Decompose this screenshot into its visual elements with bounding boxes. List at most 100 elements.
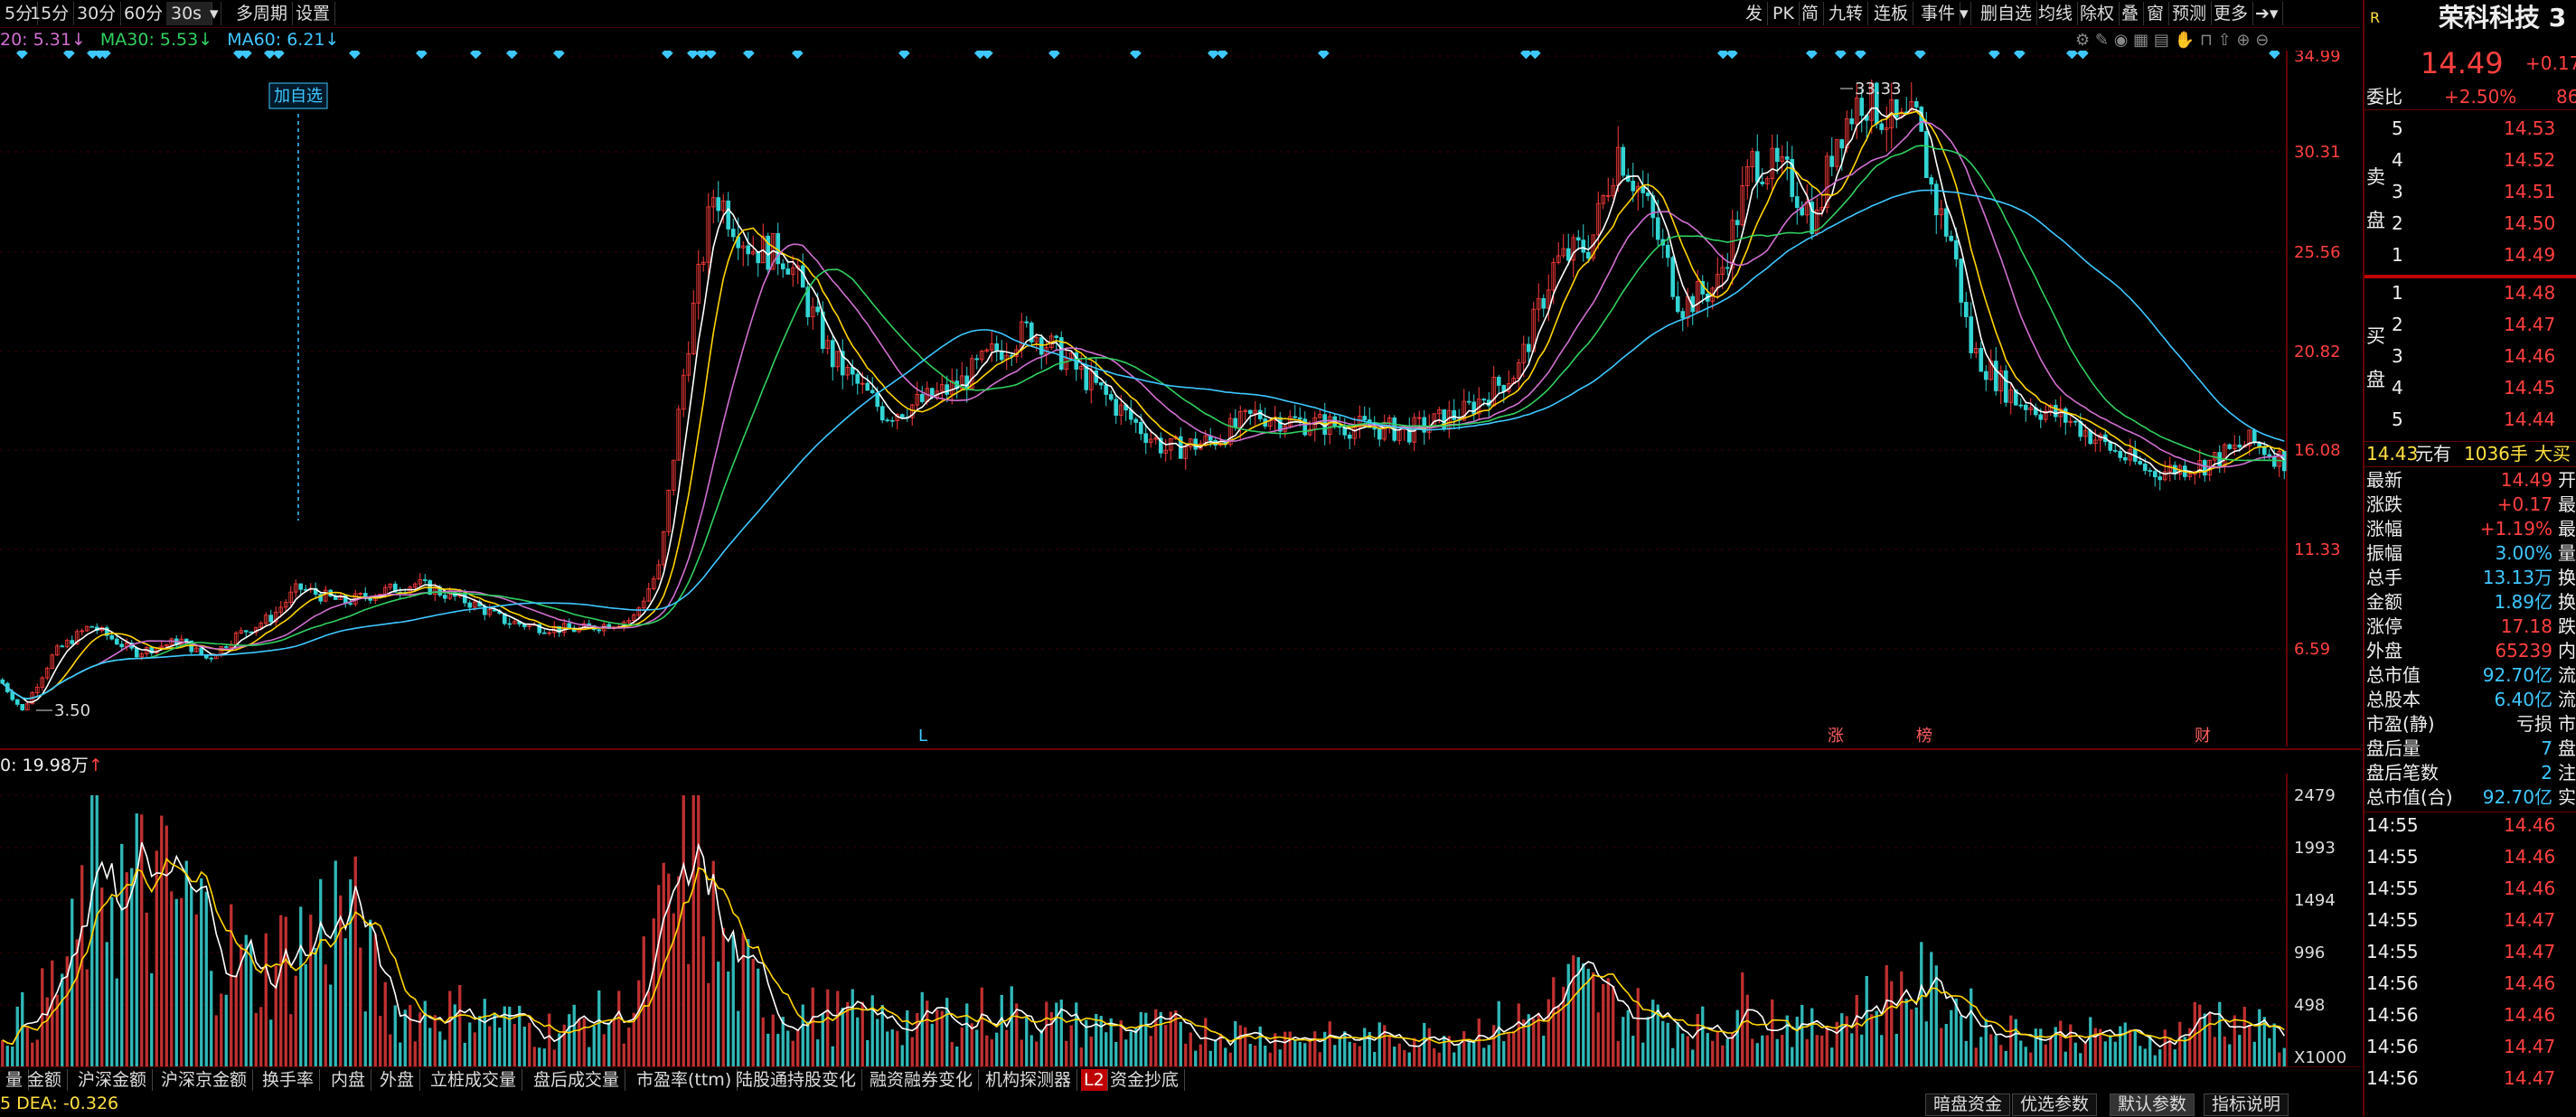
- indicator-help-button[interactable]: 指标说明: [2204, 1094, 2289, 1116]
- default-params-button[interactable]: 默认参数: [2110, 1094, 2195, 1116]
- tab-pe-ttm[interactable]: 市盈率(ttm): [631, 1069, 738, 1091]
- event-diamond-icon[interactable]: [1835, 51, 1847, 60]
- tool-fa-button[interactable]: 发: [1741, 2, 1769, 25]
- event-marker-cai[interactable]: 财: [2195, 727, 2211, 746]
- dark-pool-button[interactable]: 暗盘资金: [1925, 1094, 2011, 1116]
- event-diamond-icon[interactable]: [898, 51, 910, 60]
- optimal-params-button[interactable]: 优选参数: [2012, 1094, 2098, 1116]
- event-diamond-icon[interactable]: [2014, 51, 2026, 60]
- event-diamond-icon[interactable]: [1914, 51, 1926, 60]
- exit-icon[interactable]: ➔▾: [2251, 2, 2284, 25]
- tool-window-button[interactable]: 窗: [2142, 2, 2170, 25]
- tool-pk-button[interactable]: PK: [1768, 2, 1800, 25]
- tab-turnover[interactable]: 换手率: [257, 1069, 321, 1091]
- event-marker-bang[interactable]: 榜: [1916, 727, 1932, 746]
- event-diamond-icon[interactable]: [469, 51, 482, 60]
- event-diamond-icon[interactable]: [982, 51, 993, 60]
- lock-icon[interactable]: ⊓: [2200, 31, 2213, 50]
- volume-chart[interactable]: 2479 1993 1494 996 498 X1000: [0, 774, 2361, 1066]
- volume-bar: [373, 934, 377, 1066]
- event-diamond-icon[interactable]: [792, 51, 804, 60]
- multi-period-button[interactable]: 多周期: [231, 2, 294, 25]
- event-diamond-icon[interactable]: [2066, 51, 2078, 60]
- tab-institution-detector[interactable]: 机构探测器: [980, 1069, 1078, 1091]
- tab-hs-amount[interactable]: 沪深金额: [72, 1069, 154, 1091]
- period-30s-tab[interactable]: 30s: [166, 2, 212, 25]
- chevron-down-icon[interactable]: ▾: [208, 2, 221, 25]
- event-diamond-icon[interactable]: [505, 51, 518, 60]
- pen-icon[interactable]: ✎: [2095, 31, 2109, 50]
- event-diamond-icon[interactable]: [1988, 51, 2000, 60]
- period-30min-tab[interactable]: 30分: [72, 2, 122, 25]
- tool-exright-button[interactable]: 除权: [2075, 2, 2120, 25]
- event-marker-l[interactable]: L: [918, 727, 927, 746]
- event-diamond-icon[interactable]: [687, 51, 699, 60]
- event-diamond-icon[interactable]: [552, 51, 565, 60]
- arrow-up-icon[interactable]: ⇧: [2218, 31, 2232, 50]
- tool-jian-button[interactable]: 简: [1797, 2, 1825, 25]
- tab-inner[interactable]: 内盘: [325, 1069, 372, 1091]
- remove-watchlist-button[interactable]: 删自选: [1976, 2, 2038, 25]
- tool-forecast-button[interactable]: 预测: [2167, 2, 2213, 25]
- tool-event-button[interactable]: 事件: [1916, 2, 1961, 25]
- event-diamond-icon[interactable]: [1717, 51, 1729, 60]
- event-diamond-icon[interactable]: [349, 51, 361, 60]
- tab-amount[interactable]: 金额: [22, 1069, 69, 1091]
- event-diamond-icon[interactable]: [1855, 51, 1866, 60]
- candle-body: [134, 647, 139, 658]
- eye-icon[interactable]: ◉: [2114, 31, 2129, 50]
- event-diamond-icon[interactable]: [273, 51, 285, 60]
- event-diamond-icon[interactable]: [264, 51, 276, 60]
- trash-icon[interactable]: ▤: [2154, 31, 2169, 50]
- tab-bottom-fishing[interactable]: 资金抄底: [1105, 1069, 1186, 1091]
- tool-jiuzhuan-button[interactable]: 九转: [1824, 2, 1869, 25]
- event-diamond-icon[interactable]: [2077, 51, 2089, 60]
- event-diamond-icon[interactable]: [1529, 51, 1541, 60]
- event-diamond-icon[interactable]: [1520, 51, 1532, 60]
- event-diamond-icon[interactable]: [2269, 51, 2280, 60]
- event-diamond-icon[interactable]: [1048, 51, 1060, 60]
- candle-body: [1054, 335, 1059, 338]
- event-diamond-icon[interactable]: [705, 51, 717, 60]
- chevron-down-icon[interactable]: ▾: [1958, 2, 1971, 25]
- event-diamond-icon[interactable]: [1130, 51, 1142, 60]
- gear-icon[interactable]: ⚙: [2075, 31, 2090, 50]
- period-15min-tab[interactable]: 15分: [25, 2, 75, 25]
- event-diamond-icon[interactable]: [696, 51, 708, 60]
- event-diamond-icon[interactable]: [1217, 51, 1228, 60]
- tick-time: 14:55: [2366, 941, 2419, 962]
- period-60min-tab[interactable]: 60分: [119, 2, 169, 25]
- volume-bar: [45, 997, 49, 1066]
- zoom-in-icon[interactable]: ⊕: [2236, 31, 2250, 50]
- tab-afterhours-volume[interactable]: 盘后成交量: [528, 1069, 626, 1091]
- event-diamond-icon[interactable]: [1806, 51, 1818, 60]
- tab-outer[interactable]: 外盘: [374, 1069, 421, 1091]
- hand-icon[interactable]: ✋: [2175, 31, 2195, 50]
- calendar-icon[interactable]: ▦: [2133, 31, 2148, 50]
- event-diamond-icon[interactable]: [1726, 51, 1738, 60]
- event-diamond-icon[interactable]: [63, 51, 75, 60]
- tool-lianban-button[interactable]: 连板: [1869, 2, 1914, 25]
- tool-overlay-button[interactable]: 叠: [2117, 2, 2145, 25]
- event-diamond-icon[interactable]: [1318, 51, 1330, 60]
- tool-more-button[interactable]: 更多: [2209, 2, 2254, 25]
- tab-lizhuang-volume[interactable]: 立桩成交量: [425, 1069, 523, 1091]
- tool-ma-button[interactable]: 均线: [2034, 2, 2079, 25]
- tab-northbound-holdings[interactable]: 陆股通持股变化: [730, 1069, 863, 1091]
- tab-hsj-amount[interactable]: 沪深京金额: [155, 1069, 254, 1091]
- event-diamond-icon[interactable]: [743, 51, 755, 60]
- event-diamond-icon[interactable]: [99, 51, 111, 60]
- event-diamond-icon[interactable]: [1208, 51, 1219, 60]
- stat-right-label: 最: [2558, 518, 2576, 540]
- candlestick-chart[interactable]: 34.99 30.31 25.56 20.82 16.08 11.33 6.59 加自选 3…: [0, 51, 2361, 746]
- volume-bar: [1894, 1033, 1898, 1066]
- event-marker-zhang[interactable]: 涨: [1828, 727, 1844, 746]
- event-diamond-icon[interactable]: [16, 51, 28, 60]
- event-diamond-icon[interactable]: [240, 51, 252, 60]
- settings-button[interactable]: 设置: [291, 2, 336, 25]
- tab-margin-change[interactable]: 融资融券变化: [864, 1069, 980, 1091]
- zoom-out-icon[interactable]: ⊖: [2255, 31, 2269, 50]
- volume-bar: [707, 982, 710, 1066]
- event-diamond-icon[interactable]: [661, 51, 673, 60]
- event-diamond-icon[interactable]: [416, 51, 428, 60]
